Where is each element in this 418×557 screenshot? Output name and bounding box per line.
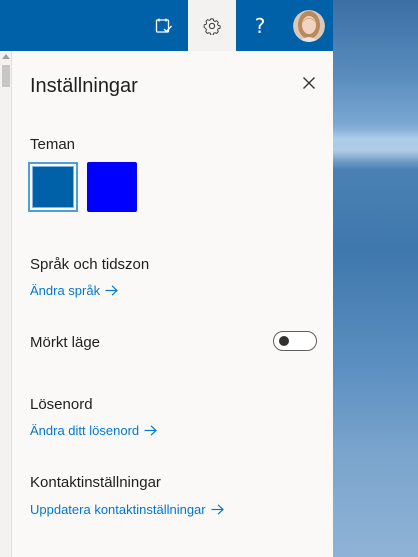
themes-heading: Teman <box>30 136 76 153</box>
background-photo <box>333 0 418 557</box>
update-contact-link[interactable]: Uppdatera kontaktinställningar <box>30 502 224 517</box>
help-button[interactable]: ? <box>236 0 284 51</box>
top-bar: ? <box>0 0 333 51</box>
change-language-link[interactable]: Ändra språk <box>30 283 118 298</box>
update-contact-label: Uppdatera kontaktinställningar <box>30 502 206 517</box>
contact-heading: Kontaktinställningar <box>30 474 161 491</box>
dark-mode-toggle[interactable] <box>273 331 317 351</box>
change-password-label: Ändra ditt lösenord <box>30 423 140 438</box>
close-icon <box>303 77 315 89</box>
help-icon: ? <box>254 13 266 38</box>
dark-mode-heading: Mörkt läge <box>30 334 101 351</box>
change-language-label: Ändra språk <box>30 283 101 298</box>
change-password-link[interactable]: Ändra ditt lösenord <box>30 423 158 438</box>
gear-icon <box>203 17 221 35</box>
profile-button[interactable] <box>284 0 333 51</box>
tasks-button[interactable] <box>140 0 188 51</box>
scrollbar-thumb[interactable] <box>2 65 10 87</box>
settings-panel: Inställningar Teman Språk och tidszon Än… <box>12 51 333 557</box>
arrow-right-icon <box>105 285 118 296</box>
arrow-right-icon <box>211 504 224 515</box>
language-heading: Språk och tidszon <box>30 256 150 273</box>
panel-title: Inställningar <box>30 75 138 97</box>
scrollbar[interactable] <box>0 51 12 557</box>
profile-avatar <box>292 9 325 42</box>
settings-button[interactable] <box>188 0 236 51</box>
arrow-right-icon <box>144 425 158 436</box>
password-heading: Lösenord <box>30 396 93 413</box>
theme-swatch-blue-selected[interactable] <box>28 162 78 212</box>
tasks-check-icon <box>155 18 173 33</box>
toggle-knob <box>279 336 289 346</box>
theme-swatch-bright-blue[interactable] <box>87 162 137 212</box>
scroll-up-icon[interactable] <box>2 54 10 59</box>
close-button[interactable] <box>297 71 321 95</box>
